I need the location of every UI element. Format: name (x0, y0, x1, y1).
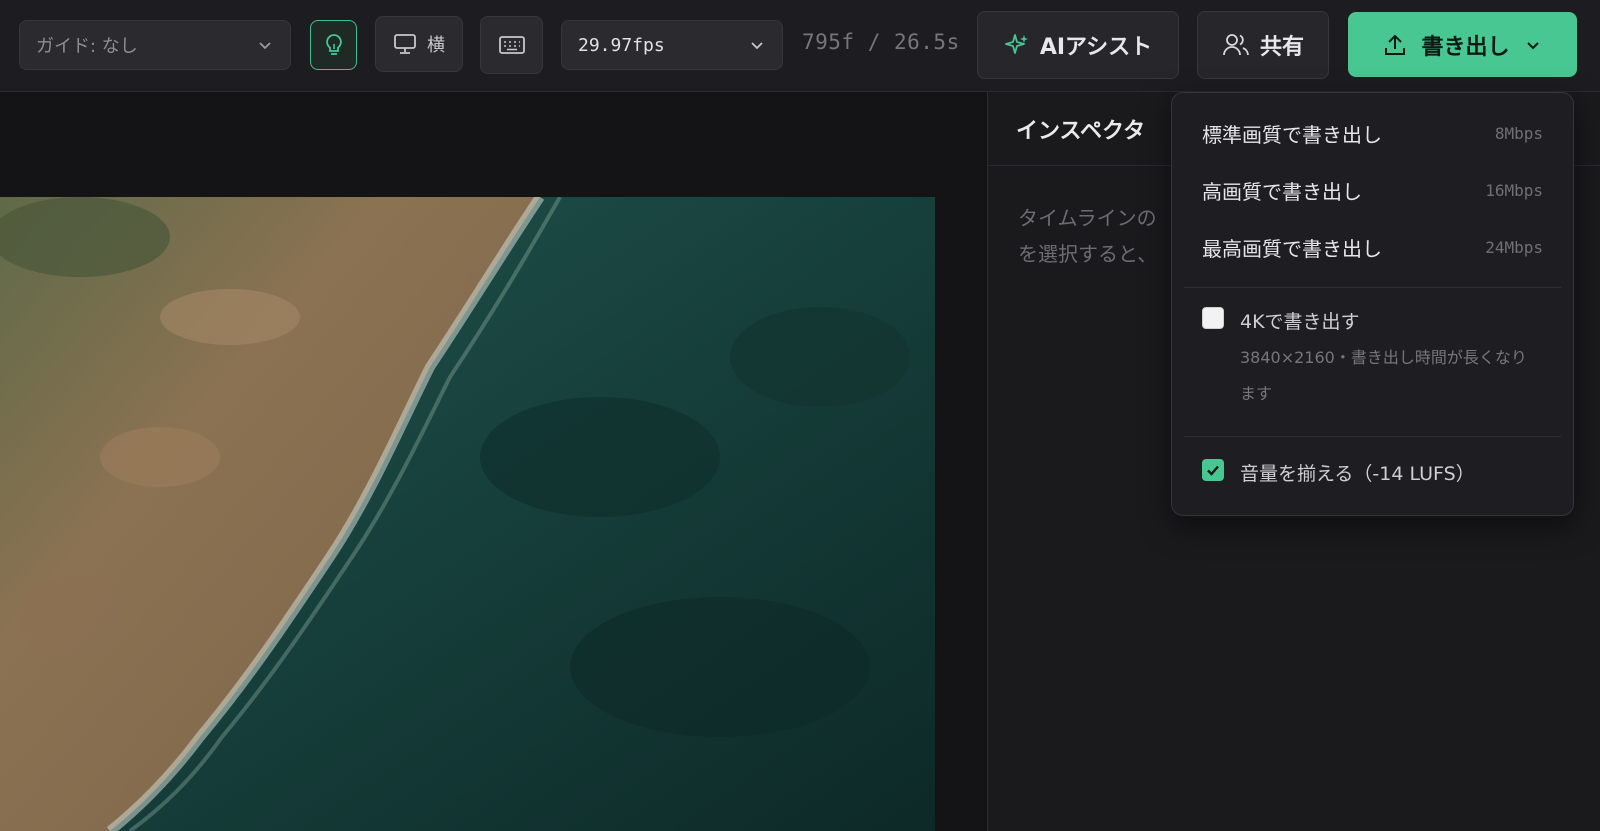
keyboard-shortcuts-button[interactable] (480, 16, 543, 74)
export-button[interactable]: 書き出し (1348, 12, 1577, 77)
upload-icon (1385, 34, 1406, 55)
hint-toggle-button[interactable] (310, 20, 357, 70)
share-label: 共有 (1259, 35, 1304, 60)
loudness-checkbox[interactable] (1202, 459, 1224, 481)
fps-select-value: 29.97fps (578, 34, 665, 56)
menu-divider (1184, 436, 1561, 437)
export-highest-option[interactable]: 最高画質で書き出し 24Mbps (1172, 221, 1573, 273)
video-preview[interactable] (0, 197, 935, 831)
loudness-normalize-option[interactable]: 音量を揃える（-14 LUFS） (1202, 459, 1475, 486)
top-toolbar: ガイド: なし 横 29.97fps 795f / 26.5s AIアシスト 共… (0, 0, 1600, 92)
keyboard-icon (498, 36, 525, 54)
menu-item-bitrate: 16Mbps (1485, 180, 1543, 200)
menu-divider (1184, 287, 1561, 288)
chevron-down-icon (259, 42, 271, 50)
orientation-button[interactable]: 横 (375, 16, 463, 72)
chevron-down-icon (1526, 41, 1539, 49)
menu-item-label: 最高画質で書き出し (1202, 236, 1382, 261)
lightbulb-icon (325, 34, 342, 55)
menu-item-label: 高画質で書き出し (1202, 179, 1362, 204)
export-standard-option[interactable]: 標準画質で書き出し 8Mbps (1172, 107, 1573, 159)
export-4k-option[interactable]: 4Kで書き出す 3840×2160・書き出し時間が長くなります (1202, 307, 1540, 412)
monitor-icon (394, 34, 416, 54)
share-button[interactable]: 共有 (1197, 11, 1329, 79)
ai-assist-button[interactable]: AIアシスト (977, 11, 1179, 79)
guide-select[interactable]: ガイド: なし (19, 20, 291, 70)
export-high-option[interactable]: 高画質で書き出し 16Mbps (1172, 164, 1573, 216)
checkmark-icon (1207, 465, 1219, 476)
sparkle-icon (1004, 34, 1028, 54)
menu-item-bitrate: 24Mbps (1485, 237, 1543, 257)
preview-area (0, 92, 987, 831)
orientation-label: 横 (427, 35, 445, 56)
frame-count-readout: 795f / 26.5s (802, 30, 960, 54)
users-icon (1223, 34, 1249, 56)
export-dropdown-menu: 標準画質で書き出し 8Mbps 高画質で書き出し 16Mbps 最高画質で書き出… (1171, 92, 1574, 516)
ai-assist-label: AIアシスト (1039, 35, 1153, 60)
coastline-footage (0, 197, 935, 831)
fps-select[interactable]: 29.97fps (561, 20, 783, 70)
chevron-down-icon (751, 42, 763, 50)
menu-item-label: 標準画質で書き出し (1202, 122, 1382, 147)
export-4k-label: 4Kで書き出す (1240, 311, 1360, 333)
guide-select-value: ガイド: なし (36, 36, 138, 57)
export-4k-sublabel: 3840×2160・書き出し時間が長くなります (1240, 348, 1527, 403)
export-4k-checkbox[interactable] (1202, 307, 1224, 329)
loudness-label: 音量を揃える（-14 LUFS） (1240, 463, 1475, 485)
menu-item-bitrate: 8Mbps (1494, 123, 1543, 143)
export-label: 書き出し (1421, 34, 1510, 60)
